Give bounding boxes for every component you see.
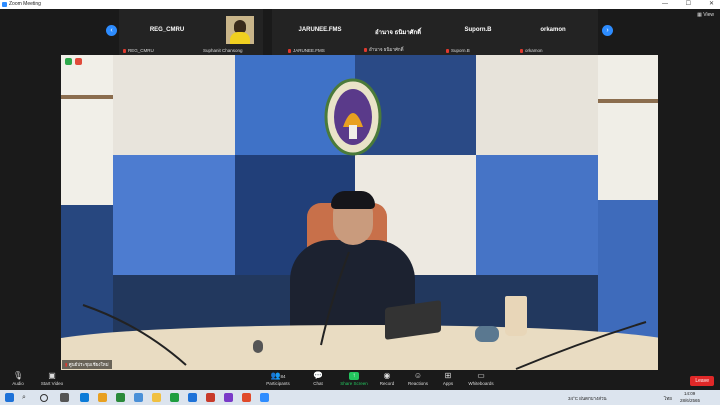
title-bar: Zoom Meeting — ☐ ✕ — [0, 0, 720, 9]
word-icon[interactable] — [188, 393, 197, 402]
wall-panel — [476, 155, 598, 275]
sheets-icon[interactable] — [116, 393, 125, 402]
wall-panel — [61, 55, 113, 205]
whiteboards-button[interactable]: ▭ Whiteboards — [466, 371, 496, 387]
computer-mouse — [253, 340, 263, 353]
share-screen-icon: ↑ — [349, 372, 359, 380]
cortana-icon[interactable] — [40, 394, 48, 402]
wood-trim — [598, 99, 658, 103]
participant-tile[interactable]: orkamon orkamon — [508, 9, 598, 55]
participant-tile-video[interactable]: Suphanit Chansong — [193, 9, 263, 55]
chat-button[interactable]: 💬 Chat — [309, 371, 327, 387]
reactions-button[interactable]: ☺ Reactions — [406, 371, 430, 387]
apps-button[interactable]: ⊞ Apps — [440, 371, 456, 387]
close-button[interactable]: ✕ — [709, 0, 714, 9]
audio-button[interactable]: 🎙 Audio — [9, 371, 27, 387]
microphone-center — [320, 251, 350, 346]
record-button[interactable]: ◉ Record — [378, 371, 396, 387]
meeting-controls: 🎙 Audio ▣ Start Video 👥84 Participants 💬 Cha… — [0, 370, 720, 390]
microphone-right — [515, 321, 647, 370]
participants-button[interactable]: 👥84 Participants — [262, 371, 294, 387]
mic-muted-icon: ▮ — [65, 362, 68, 367]
leave-button[interactable]: Leave — [690, 376, 714, 386]
chrome-icon[interactable] — [98, 393, 107, 402]
share-screen-button[interactable]: ↑ Share Screen — [338, 372, 370, 386]
speaker-hair — [331, 191, 375, 209]
mic-muted-icon — [123, 48, 126, 53]
acrobat-icon[interactable] — [206, 393, 215, 402]
mic-muted-icon — [520, 48, 523, 53]
mic-muted-icon — [288, 48, 291, 53]
wood-trim — [61, 95, 113, 99]
smiley-icon: ☺ — [413, 371, 423, 380]
participant-name: orkamon — [540, 27, 566, 33]
maximize-button[interactable]: ☐ — [686, 0, 691, 9]
drink-cup — [505, 296, 527, 336]
chevron-left-icon: ‹ — [110, 27, 113, 34]
participant-label: REG_CMRU — [128, 48, 154, 53]
language-indicator[interactable]: ไทย — [664, 395, 672, 402]
university-emblem — [324, 78, 382, 156]
prev-page-button[interactable]: ‹ — [106, 25, 117, 36]
participants-icon: 👥84 — [270, 371, 286, 380]
zoom-icon[interactable] — [260, 393, 269, 402]
encryption-shield-icon[interactable] — [65, 58, 72, 65]
participant-label: อำนาจ ธนิมาศักดิ์ — [369, 47, 404, 52]
pouch — [475, 326, 499, 342]
powerpoint-icon[interactable] — [242, 393, 251, 402]
weather-widget[interactable]: 34°C ฝนตกบางส่วน — [568, 395, 607, 402]
microphone-left — [82, 304, 187, 366]
edge-icon[interactable] — [80, 393, 89, 402]
line-icon[interactable] — [170, 393, 179, 402]
chat-icon: 💬 — [313, 371, 323, 380]
mic-muted-icon — [446, 48, 449, 53]
file-explorer-icon[interactable] — [152, 393, 161, 402]
app-icon[interactable] — [134, 393, 143, 402]
windows-taskbar: ⌕ 34°C ฝนตกบางส่วน ไทย 14:09 28/6/2565 — [0, 390, 720, 405]
wall-panel — [476, 55, 598, 155]
minimize-button[interactable]: — — [662, 0, 668, 9]
wall-panel — [598, 55, 658, 200]
recording-icon — [75, 58, 82, 65]
apps-icon: ⊞ — [444, 371, 452, 380]
main-video[interactable]: ▮ ศูนย์ประชุมเชียงใหม่ — [61, 55, 658, 370]
whiteboard-icon: ▭ — [477, 371, 485, 380]
chevron-right-icon: › — [606, 27, 609, 34]
search-icon[interactable]: ⌕ — [22, 393, 31, 402]
participant-label: Suphanit Chansong — [203, 48, 243, 53]
windows-start-icon[interactable] — [5, 393, 14, 402]
wall-panel — [113, 155, 235, 275]
view-button[interactable]: ▦ View — [697, 12, 714, 18]
clock-date[interactable]: 28/6/2565 — [680, 398, 700, 403]
participant-label: Suporn.B — [451, 48, 470, 53]
participant-strip: ▦ View ‹ › REG_CMRU REG_CMRU Suphanit Ch… — [0, 9, 720, 55]
microphone-icon: 🎙 — [13, 371, 24, 380]
participant-video-thumbnail — [226, 16, 254, 44]
zoom-app-icon — [2, 2, 7, 7]
speaker-name-tag: ▮ ศูนย์ประชุมเชียงใหม่ — [62, 360, 112, 369]
wall-panel — [113, 55, 235, 155]
person-shirt — [230, 32, 250, 44]
next-page-button[interactable]: › — [602, 25, 613, 36]
record-icon: ◉ — [383, 371, 391, 380]
participant-label: JARUNEE.FMS — [293, 48, 325, 53]
start-video-button[interactable]: ▣ Start Video — [38, 371, 66, 387]
mic-muted-icon — [364, 47, 367, 52]
premiere-icon[interactable] — [224, 393, 233, 402]
task-view-icon[interactable] — [60, 393, 69, 402]
clock-time[interactable]: 14:09 — [684, 391, 695, 396]
window-title: Zoom Meeting — [9, 1, 41, 7]
participant-label: orkamon — [525, 48, 543, 53]
video-camera-icon: ▣ — [48, 371, 56, 380]
